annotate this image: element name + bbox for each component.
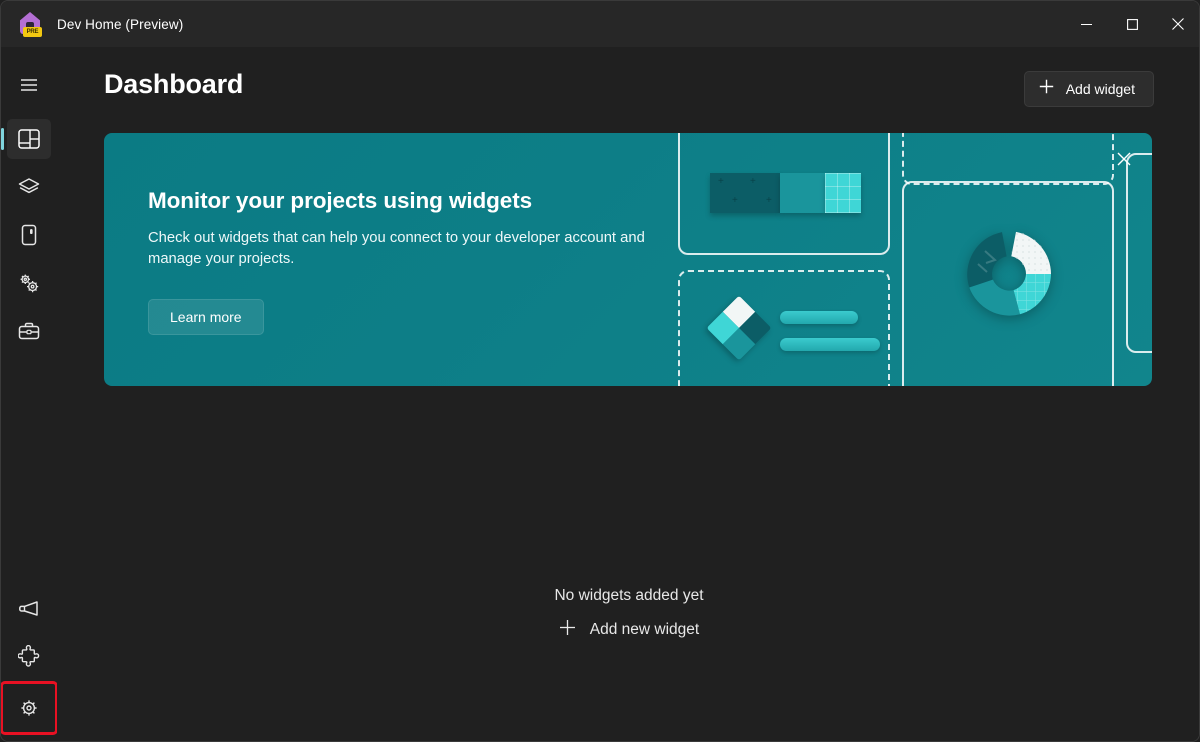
- add-new-widget-button[interactable]: Add new widget: [545, 613, 713, 647]
- text-lines-decoration: [780, 311, 880, 351]
- text-line: [780, 311, 858, 324]
- title-bar: PRE Dev Home (Preview): [1, 1, 1199, 47]
- window-controls: [1063, 1, 1199, 47]
- banner-close-button[interactable]: [1108, 145, 1140, 177]
- sidebar-item-machine-configuration[interactable]: [7, 167, 51, 207]
- sidebar-item-utilities[interactable]: [7, 215, 51, 255]
- main-content: Dashboard Add widget + + + + Monitor you…: [57, 47, 1199, 741]
- close-icon: [1117, 152, 1131, 171]
- dev-home-app-icon: PRE: [17, 11, 43, 37]
- device-icon: [20, 224, 38, 246]
- gear-icon: [18, 697, 40, 719]
- bar-segment-dark: + + + +: [710, 173, 780, 213]
- plus-icon: [559, 619, 576, 641]
- widget-card-dashed-outline: [902, 133, 1114, 185]
- widgets-promo-banner: + + + + Monitor your projects using widg…: [104, 133, 1152, 386]
- sidebar-item-settings[interactable]: [1, 681, 58, 735]
- widgets-illustration: + + + +: [670, 133, 1152, 386]
- empty-state: No widgets added yet Add new widget: [57, 587, 1199, 647]
- megaphone-icon: [18, 598, 40, 618]
- learn-more-button[interactable]: Learn more: [148, 298, 264, 335]
- add-new-widget-label: Add new widget: [589, 621, 700, 638]
- page-header: Dashboard: [104, 69, 243, 100]
- text-line: [780, 338, 880, 351]
- sidebar-bottom-group: [1, 584, 58, 741]
- dashboard-icon: [18, 129, 40, 149]
- plus-icon: [1039, 79, 1054, 99]
- banner-text-block: Monitor your projects using widgets Chec…: [148, 188, 708, 335]
- donut-chart-widget: [954, 219, 1064, 329]
- add-widget-label: Add widget: [1065, 81, 1135, 97]
- dev-home-window: PRE Dev Home (Preview) Dashboard Add wid…: [0, 0, 1200, 742]
- banner-description: Check out widgets that can help you conn…: [148, 230, 645, 268]
- hamburger-menu-button[interactable]: [7, 65, 51, 105]
- add-widget-button[interactable]: Add widget: [1023, 71, 1154, 107]
- briefcase-icon: [18, 321, 40, 341]
- gears-icon: [17, 271, 41, 295]
- sidebar-item-toolkit[interactable]: [7, 311, 51, 351]
- window-title: Dev Home (Preview): [57, 16, 184, 32]
- banner-title: Monitor your projects using widgets: [148, 188, 533, 213]
- bar-widget: + + + +: [710, 173, 861, 213]
- grid-texture: [825, 173, 861, 213]
- preview-badge: PRE: [23, 27, 42, 37]
- sidebar-navigation: [1, 47, 58, 741]
- hamburger-menu-icon: [20, 78, 38, 92]
- bar-segment-light: [825, 173, 861, 213]
- sidebar-item-send-feedback[interactable]: [7, 588, 51, 628]
- sidebar-item-extensions[interactable]: [7, 636, 51, 676]
- empty-state-title: No widgets added yet: [554, 587, 704, 604]
- sidebar-item-environments[interactable]: [7, 263, 51, 303]
- layers-icon: [18, 177, 40, 197]
- puzzle-piece-icon: [18, 645, 40, 667]
- close-button[interactable]: [1155, 1, 1199, 47]
- maximize-button[interactable]: [1109, 1, 1155, 47]
- widget-card-outline: [1126, 153, 1152, 353]
- page-title: Dashboard: [104, 69, 244, 99]
- minimize-button[interactable]: [1063, 1, 1109, 47]
- sidebar-item-dashboard[interactable]: [1, 119, 51, 159]
